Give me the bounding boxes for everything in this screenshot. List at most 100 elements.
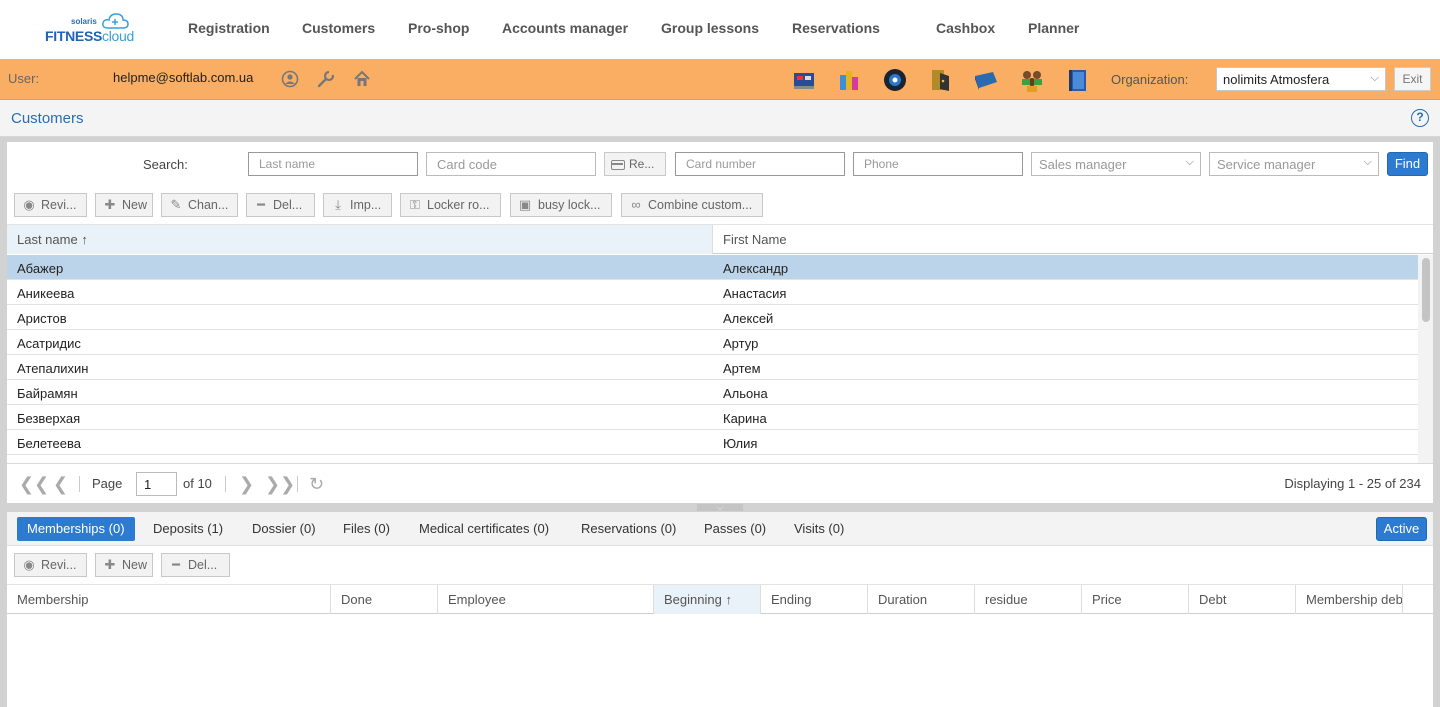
download-icon: ⤓ xyxy=(335,197,341,212)
sales-manager-select[interactable]: Sales manager ⌵ xyxy=(1031,152,1201,176)
nav-planner[interactable]: Planner xyxy=(1028,20,1079,36)
column-header-first-name[interactable]: First Name xyxy=(713,225,1433,254)
change-button[interactable]: ✎ Chan... xyxy=(161,193,238,217)
column-header-residue[interactable]: residue xyxy=(975,585,1082,614)
cell-first-name: Алексей xyxy=(723,311,774,326)
cell-first-name: Анастасия xyxy=(723,286,787,301)
first-page-icon[interactable]: ❮❮ xyxy=(19,474,49,495)
profile-icon[interactable] xyxy=(281,70,299,88)
cell-first-name: Артур xyxy=(723,336,759,351)
last-name-input[interactable] xyxy=(248,152,418,176)
column-header-done[interactable]: Done xyxy=(331,585,438,614)
combine-customers-button[interactable]: ∞ Combine custom... xyxy=(621,193,763,217)
locker-room-button[interactable]: ⚿ Locker ro... xyxy=(400,193,501,217)
app-logo[interactable]: solaris FITNESScloud xyxy=(44,12,136,46)
help-icon[interactable]: ? xyxy=(1411,109,1429,127)
door-app-icon[interactable] xyxy=(927,67,953,93)
organization-select[interactable]: nolimits Atmosfera ⌵ xyxy=(1216,67,1386,91)
next-page-icon[interactable]: ❯ xyxy=(239,474,254,495)
products-app-icon[interactable] xyxy=(836,67,862,93)
cell-first-name: Альона xyxy=(723,386,768,401)
notebook-app-icon[interactable] xyxy=(1065,67,1091,93)
home-icon[interactable] xyxy=(353,70,371,88)
lock-icon: ▣ xyxy=(518,197,532,212)
organization-label: Organization: xyxy=(1111,72,1189,87)
column-header-ending[interactable]: Ending xyxy=(761,585,868,614)
phone-input[interactable] xyxy=(853,152,1023,176)
busy-locker-button[interactable]: ▣ busy lock... xyxy=(510,193,612,217)
cell-last-name: Аристов xyxy=(17,311,67,326)
table-row[interactable]: Атепалихин Артем xyxy=(7,355,1418,380)
column-header-membership-debt[interactable]: Membership deb xyxy=(1296,585,1403,614)
grid-scrollbar-thumb[interactable] xyxy=(1422,258,1430,322)
membership-review-label: Revi... xyxy=(41,558,77,572)
user-label: User: xyxy=(8,71,40,86)
find-button[interactable]: Find xyxy=(1387,152,1428,176)
tab-passes[interactable]: Passes (0) xyxy=(694,517,776,541)
exit-button[interactable]: Exit xyxy=(1394,67,1431,91)
new-button[interactable]: ✚ New xyxy=(95,193,153,217)
tab-deposits[interactable]: Deposits (1) xyxy=(143,517,233,541)
nav-group-lessons[interactable]: Group lessons xyxy=(661,20,759,36)
tab-memberships[interactable]: Memberships (0) xyxy=(17,517,135,541)
wrench-icon[interactable] xyxy=(317,70,335,88)
column-header-membership[interactable]: Membership xyxy=(7,585,331,614)
nav-reservations[interactable]: Reservations xyxy=(792,20,880,36)
eye-icon: ◉ xyxy=(23,197,35,212)
pager-separator xyxy=(225,476,226,492)
tab-visits[interactable]: Visits (0) xyxy=(784,517,854,541)
tab-files[interactable]: Files (0) xyxy=(333,517,400,541)
page-label: Page xyxy=(92,476,123,491)
cell-first-name: Артем xyxy=(723,361,761,376)
credit-card-icon xyxy=(611,160,625,170)
service-manager-select[interactable]: Service manager ⌵ xyxy=(1209,152,1379,176)
delete-button[interactable]: ━ Del... xyxy=(246,193,315,217)
card-reader-button[interactable]: Re... xyxy=(604,152,666,176)
table-row[interactable]: Белетеева Юлия xyxy=(7,430,1418,455)
nav-accounts-manager[interactable]: Accounts manager xyxy=(502,20,628,36)
membership-new-button[interactable]: ✚ New xyxy=(95,553,153,577)
camera-app-icon[interactable] xyxy=(882,67,908,93)
column-header-beginning[interactable]: Beginning ↑ xyxy=(654,585,761,614)
tab-dossier[interactable]: Dossier (0) xyxy=(242,517,326,541)
cash-register-app-icon[interactable] xyxy=(791,67,817,93)
table-row[interactable]: Асатридис Артур xyxy=(7,330,1418,355)
active-filter-button[interactable]: Active xyxy=(1376,517,1427,541)
import-button[interactable]: ⤓ Imp... xyxy=(323,193,392,217)
card-code-input[interactable] xyxy=(426,152,596,176)
panel-splitter[interactable]: ⌵ xyxy=(697,504,743,512)
table-row[interactable]: Аникеева Анастасия xyxy=(7,280,1418,305)
column-header-price[interactable]: Price xyxy=(1082,585,1189,614)
cell-last-name: Асатридис xyxy=(17,336,81,351)
table-row[interactable]: Байрамян Альона xyxy=(7,380,1418,405)
tab-reservations[interactable]: Reservations (0) xyxy=(571,517,686,541)
nav-customers[interactable]: Customers xyxy=(302,20,375,36)
membership-delete-button[interactable]: ━ Del... xyxy=(161,553,230,577)
column-header-debt[interactable]: Debt xyxy=(1189,585,1296,614)
nav-cashbox[interactable]: Cashbox xyxy=(936,20,995,36)
nav-pro-shop[interactable]: Pro-shop xyxy=(408,20,469,36)
table-row[interactable]: Аристов Алексей xyxy=(7,305,1418,330)
page-number-input[interactable] xyxy=(136,472,177,496)
combine-customers-label: Combine custom... xyxy=(648,198,753,212)
membership-review-button[interactable]: ◉ Revi... xyxy=(14,553,87,577)
pager-separator xyxy=(79,476,80,492)
previous-page-icon[interactable]: ❮ xyxy=(53,474,68,495)
column-header-last-name[interactable]: Last name ↑ xyxy=(7,225,713,254)
column-header-employee[interactable]: Employee xyxy=(438,585,654,614)
card-number-input[interactable] xyxy=(675,152,845,176)
clients-group-app-icon[interactable] xyxy=(1019,67,1045,93)
card-reader-app-icon[interactable] xyxy=(973,67,999,93)
sales-manager-placeholder: Sales manager xyxy=(1039,157,1127,172)
table-row[interactable]: Безверхая Карина xyxy=(7,405,1418,430)
tab-medical-certificates[interactable]: Medical certificates (0) xyxy=(409,517,559,541)
logo-brand-text: FITNESScloud xyxy=(45,28,135,44)
column-header-duration[interactable]: Duration xyxy=(868,585,975,614)
display-range: Displaying 1 - 25 of 234 xyxy=(1284,476,1421,491)
last-page-icon[interactable]: ❯❯ xyxy=(265,474,295,495)
table-row[interactable]: Абажер Александр xyxy=(7,255,1418,280)
review-button[interactable]: ◉ Revi... xyxy=(14,193,87,217)
refresh-icon[interactable]: ↻ xyxy=(309,474,324,495)
nav-registration[interactable]: Registration xyxy=(188,20,270,36)
chevron-down-icon: ⌵ xyxy=(1370,72,1379,84)
